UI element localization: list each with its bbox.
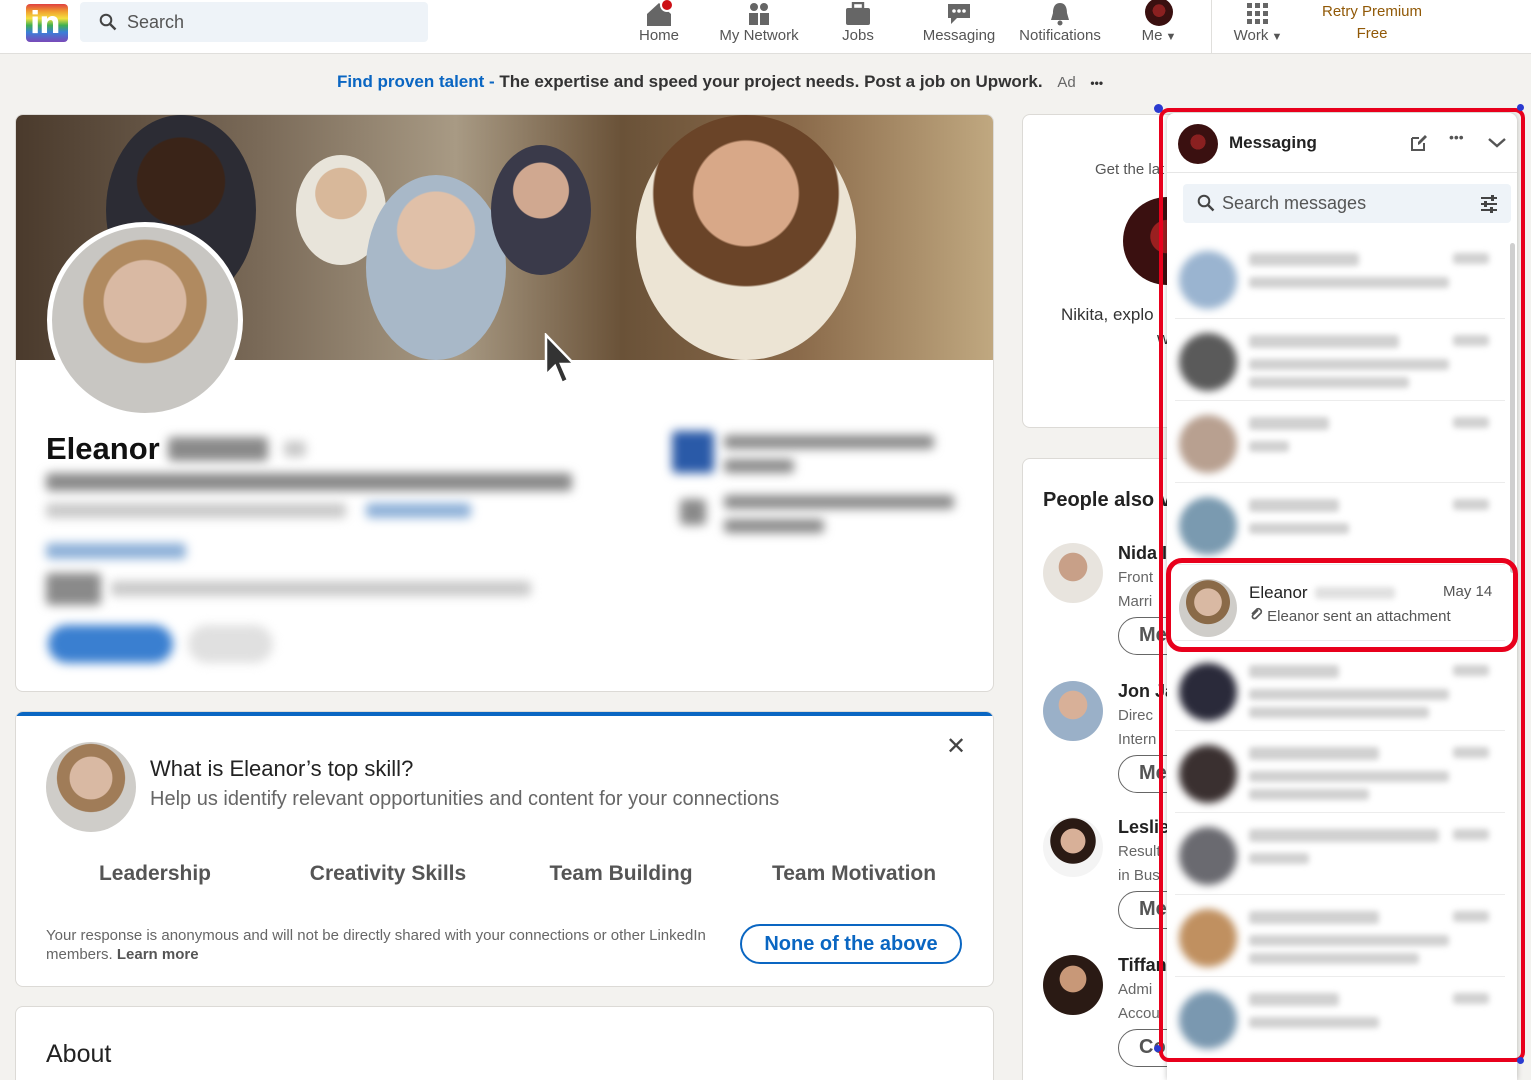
person-line: Intern [1118,731,1157,748]
search-input[interactable]: Search [80,2,428,42]
selection-handle[interactable] [1517,104,1524,111]
nav-label: Home [638,27,679,44]
about-card: About [15,1006,994,1080]
person-avatar [1043,543,1103,603]
nav-notifications[interactable]: Notifications [1008,0,1112,54]
people-also-viewed-title: People also v [1043,489,1171,511]
skill-option-team-building[interactable]: Team Building [506,862,736,886]
search-icon [99,13,117,31]
selection-handle[interactable] [1517,1057,1524,1064]
about-title: About [46,1040,112,1068]
person-line: Marri [1118,593,1153,610]
top-skill-card: What is Eleanor’s top skill? Help us ide… [15,711,994,987]
nav-me[interactable]: Me ▼ [1130,0,1188,54]
nav-jobs[interactable]: Jobs [829,0,887,54]
nav-work[interactable]: Work ▼ [1224,0,1292,54]
blurred-surname [168,437,268,461]
chevron-down-icon: ▼ [1162,31,1177,43]
briefcase-icon [846,2,870,25]
skill-subtitle: Help us identify relevant opportunities … [150,788,780,810]
person-line: Admi [1118,981,1153,998]
search-placeholder: Search [127,12,185,32]
blurred-mutual-text [111,581,531,596]
skill-option-team-motivation[interactable]: Team Motivation [739,862,969,886]
selection-handle[interactable] [1154,1045,1161,1052]
learn-more-link[interactable]: Learn more [117,946,199,963]
blurred-headline [46,473,572,491]
blurred-more-button[interactable] [188,625,273,663]
person-line: Front [1118,569,1154,586]
card-accent [16,712,993,716]
nav-messaging[interactable]: Messaging [914,0,1004,54]
ad-label: Ad [1057,74,1076,91]
profile-card: Eleanor [15,114,994,692]
avatar [1145,0,1173,26]
highlight-box-conversation [1166,558,1518,652]
nav-label: Messaging [922,27,996,44]
ad-more-icon[interactable]: ••• [1090,76,1103,90]
nav-label: Notifications [1019,27,1101,44]
person-avatar [1043,817,1103,877]
blurred-company [724,435,934,449]
nav-label: Jobs [842,27,874,44]
promo-header: Get the lat [1095,161,1165,178]
blurred-school [724,495,954,509]
network-icon [749,3,769,25]
close-icon[interactable]: ✕ [946,732,966,761]
person-avatar [1043,681,1103,741]
premium-line: Retry Premium [1321,3,1422,20]
person-line: Direc [1118,707,1154,724]
blurred-school-2 [724,519,824,533]
person-avatar [1043,955,1103,1015]
retry-premium-link[interactable]: Retry Premium Free [1310,1,1434,45]
person-line: in Busi [1118,867,1164,884]
selection-handle[interactable] [1154,104,1163,113]
linkedin-logo[interactable]: in [26,4,68,42]
chevron-down-icon: ▼ [1268,31,1283,43]
person-line: Result [1118,843,1161,860]
premium-line: Free [1356,25,1388,42]
blurred-company-2 [724,459,794,473]
ad-link[interactable]: Find proven talent - [337,72,495,91]
profile-photo[interactable] [47,222,243,418]
skill-option-leadership[interactable]: Leadership [40,862,270,886]
ad-banner: Find proven talent - The expertise and s… [0,72,1440,92]
skill-question: What is Eleanor’s top skill? [150,756,414,781]
blurred-message-button[interactable] [48,625,173,663]
skill-disclaimer: Your response is anonymous and will not … [46,926,726,964]
blurred-location [46,503,346,518]
blurred-mutual-avatars [46,573,101,605]
none-of-the-above-button[interactable]: None of the above [740,924,962,964]
messaging-icon [948,4,970,24]
bell-icon [1051,3,1069,26]
nav-label: My Network [719,27,799,44]
nav-home[interactable]: Home [627,0,691,54]
blurred-school-icon [680,499,706,525]
nav-label: Work [1233,27,1269,44]
promo-text: Nikita, explo [1061,305,1154,324]
ad-text[interactable]: The expertise and speed your project nee… [495,72,1042,91]
person-line: Accou [1118,1005,1160,1022]
skill-option-creativity[interactable]: Creativity Skills [273,862,503,886]
skill-avatar [46,742,136,832]
nav-my-network[interactable]: My Network [709,0,809,54]
blurred-company-logo [672,431,714,473]
top-nav: in Search Home My Network Jobs Messaging… [0,0,1531,54]
blurred-pronoun [284,441,306,457]
grid-icon [1247,3,1268,24]
mouse-cursor-icon [544,333,577,385]
blurred-connections[interactable] [46,543,186,559]
home-icon [647,0,674,26]
nav-label: Me [1141,27,1163,44]
blurred-contact-info[interactable] [366,503,471,518]
profile-name: Eleanor [46,431,160,466]
nav-divider [1211,0,1212,54]
